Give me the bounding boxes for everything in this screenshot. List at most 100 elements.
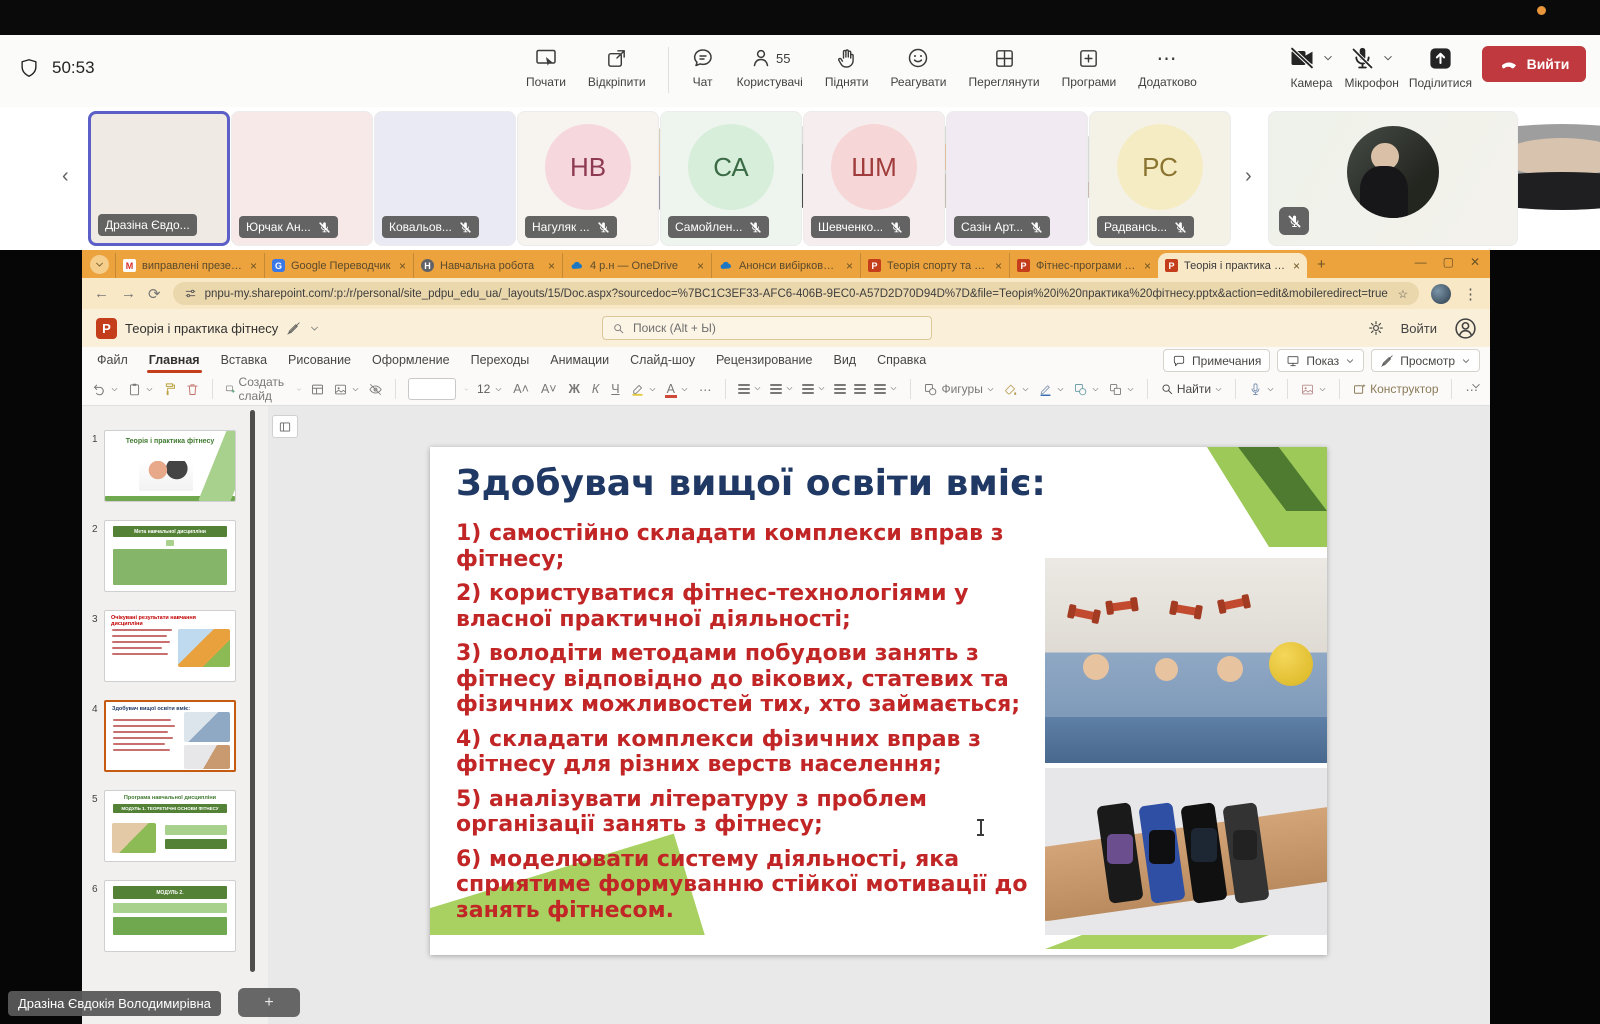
line-spacing-button[interactable]	[874, 384, 898, 393]
close-icon[interactable]: ×	[250, 259, 257, 273]
ribbon-collapse-chevron[interactable]	[1470, 380, 1482, 392]
close-icon[interactable]: ×	[548, 259, 555, 273]
menu-design[interactable]: Оформление	[372, 353, 450, 367]
slide-thumbnail[interactable]: Мета навчальної дисципліни	[104, 520, 236, 592]
bold-button[interactable]: Ж	[567, 382, 582, 396]
slide-thumbnail[interactable]: Очікувані результати навчання дисципліни	[104, 610, 236, 682]
filmstrip-next-button[interactable]: ›	[1245, 165, 1252, 188]
leave-button[interactable]: Вийти	[1482, 46, 1586, 82]
layout-button[interactable]	[310, 382, 325, 397]
view-button[interactable]: Переглянути	[961, 45, 1048, 89]
maximize-button[interactable]: ▢	[1443, 255, 1454, 269]
participant-tile-wide[interactable]	[1268, 111, 1518, 246]
slide-thumbnail[interactable]: МОДУЛЬ 2.	[104, 880, 236, 952]
viewing-mode-button[interactable]: Просмотр	[1371, 349, 1480, 372]
shapes-button[interactable]: Фигуры	[923, 382, 994, 397]
dictate-button[interactable]	[1248, 382, 1275, 397]
start-presenting-button[interactable]: Почати	[518, 45, 574, 89]
menu-transitions[interactable]: Переходы	[471, 353, 530, 367]
menu-review[interactable]: Рецензирование	[716, 353, 813, 367]
document-title[interactable]: Теорія і практика фітнесу	[125, 321, 278, 336]
increase-indent-button[interactable]	[854, 384, 866, 393]
close-icon[interactable]: ×	[1293, 259, 1300, 273]
font-size-dropdown[interactable]: 12	[477, 379, 503, 399]
participant-tile[interactable]: Дразіна Євдо...	[88, 111, 230, 246]
more-font-options[interactable]: ⋯	[697, 382, 714, 397]
menu-file[interactable]: Файл	[97, 353, 128, 367]
undo-button[interactable]	[92, 382, 119, 397]
bullets-button[interactable]	[738, 384, 762, 393]
participant-tile[interactable]: НВ Нагуляк ...	[517, 111, 659, 246]
paste-button[interactable]	[127, 382, 154, 397]
chat-button[interactable]: Чат	[683, 45, 723, 89]
menu-view[interactable]: Вид	[833, 353, 856, 367]
shape-fill-button[interactable]	[1003, 382, 1030, 397]
participant-tile[interactable]: Юрчак Ан...	[231, 111, 373, 246]
filmstrip-prev-button[interactable]: ‹	[62, 165, 69, 188]
participant-tile[interactable]: Ковальов...	[374, 111, 516, 246]
shape-effects-button[interactable]	[1073, 382, 1100, 397]
apps-button[interactable]: Програми	[1054, 45, 1125, 89]
office-search-box[interactable]: Поиск (Alt + Ы)	[602, 316, 932, 340]
browser-tab[interactable]: G Google Переводчик×	[264, 253, 413, 278]
forward-icon[interactable]: →	[121, 285, 136, 302]
browser-tab[interactable]: P Теорія спорту та сучас...×	[860, 253, 1009, 278]
slide-thumbnail[interactable]: Теорія і практика фітнесу	[104, 430, 236, 502]
italic-button[interactable]: К	[590, 382, 601, 396]
underline-button[interactable]: Ч	[609, 382, 621, 396]
camera-options-chevron[interactable]	[1322, 52, 1334, 64]
participant-tile[interactable]: СА Самойлен...	[660, 111, 802, 246]
browser-tab[interactable]: P Фітнес-програми аероб...×	[1009, 253, 1158, 278]
browser-tab[interactable]: 4 р.н — OneDrive×	[562, 253, 711, 278]
close-window-button[interactable]: ✕	[1470, 255, 1480, 269]
new-slide-button[interactable]: Создать слайд	[225, 375, 302, 403]
font-chevron[interactable]	[464, 385, 469, 394]
close-icon[interactable]: ×	[995, 259, 1002, 273]
thumbnail-scrollbar[interactable]	[250, 410, 255, 972]
camera-button[interactable]: Камера	[1288, 43, 1334, 90]
tab-search-chevron[interactable]	[90, 255, 109, 274]
signin-label[interactable]: Войти	[1401, 321, 1437, 336]
arrange-button[interactable]	[1108, 382, 1135, 397]
close-icon[interactable]: ×	[1144, 259, 1151, 273]
add-slide-button[interactable]: +	[238, 988, 300, 1017]
browser-tab[interactable]: Н Навчальна робота×	[413, 253, 562, 278]
browser-profile-avatar[interactable]	[1431, 284, 1451, 304]
menu-animations[interactable]: Анимации	[550, 353, 609, 367]
menu-home[interactable]: Главная	[149, 353, 200, 367]
font-color-button[interactable]: A	[665, 382, 689, 396]
participant-tile[interactable]: РС Радвансь...	[1089, 111, 1231, 246]
browser-tab-active[interactable]: P Теорія і практика фітнес...×	[1158, 253, 1307, 278]
slide-title[interactable]: Здобувач вищої освіти вміє:	[456, 463, 1046, 504]
share-button[interactable]: Поділитися	[1409, 43, 1472, 90]
present-button[interactable]: Показ	[1277, 349, 1364, 372]
react-button[interactable]: Реагувати	[882, 45, 954, 89]
current-slide[interactable]: Здобувач вищої освіти вміє: 1) самостійн…	[430, 447, 1327, 955]
close-icon[interactable]: ×	[846, 259, 853, 273]
more-button[interactable]: ⋯ Додатково	[1130, 45, 1205, 89]
comments-button[interactable]: Примечания	[1163, 349, 1270, 372]
browser-tab[interactable]: M виправлені презентації×	[115, 253, 264, 278]
account-icon[interactable]	[1453, 316, 1478, 341]
title-chevron-icon[interactable]	[309, 323, 320, 334]
participant-tile[interactable]: ШМ Шевченко...	[803, 111, 945, 246]
powerpoint-logo[interactable]: P	[96, 318, 117, 339]
numbering-button[interactable]	[770, 384, 794, 393]
close-icon[interactable]: ×	[399, 259, 406, 273]
mic-button[interactable]: Мікрофон	[1344, 43, 1398, 90]
menu-draw[interactable]: Рисование	[288, 353, 351, 367]
collapse-panel-button[interactable]	[272, 415, 298, 438]
address-bar[interactable]: pnpu-my.sharepoint.com/:p:/r/personal/si…	[173, 282, 1419, 305]
hide-slide-button[interactable]	[368, 382, 383, 397]
bookmark-star-icon[interactable]: ☆	[1398, 287, 1408, 301]
browser-tab[interactable]: Анонси вибіркових дис...×	[711, 253, 860, 278]
font-name-dropdown[interactable]	[408, 378, 457, 400]
slide-body-text[interactable]: 1) самостійно складати комплекси вправ з…	[456, 521, 1056, 932]
minimize-button[interactable]: —	[1415, 255, 1427, 269]
slide-thumbnail[interactable]: Програма навчальної дисципліни МОДУЛЬ 1.…	[104, 790, 236, 862]
new-tab-button[interactable]: +	[1317, 256, 1326, 273]
unpin-button[interactable]: Відкріпити	[580, 45, 654, 89]
settings-gear-icon[interactable]	[1367, 319, 1385, 337]
menu-help[interactable]: Справка	[877, 353, 926, 367]
shrink-font-button[interactable]: A˅	[539, 382, 559, 396]
